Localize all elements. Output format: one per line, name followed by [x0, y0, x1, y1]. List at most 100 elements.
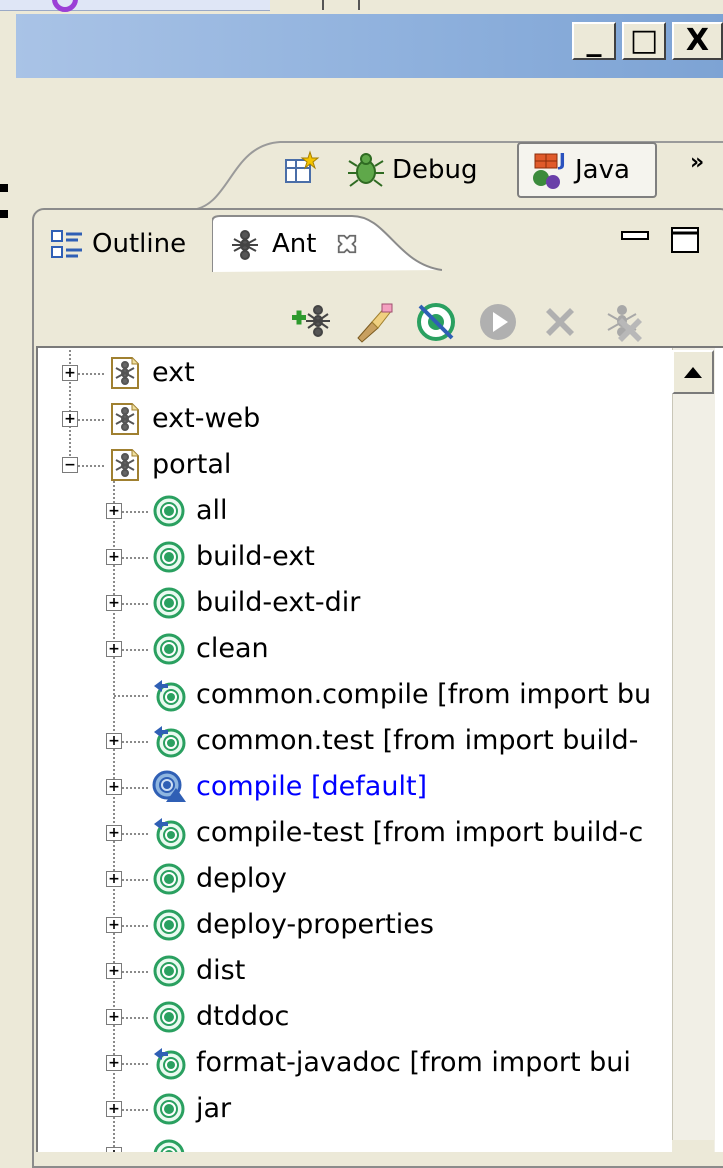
ant-target-icon — [152, 494, 186, 528]
expand-icon[interactable]: + — [106, 779, 122, 795]
maximize-button[interactable]: □ — [622, 22, 666, 60]
tree-item-label: dist — [196, 955, 246, 986]
tree-item[interactable]: + all — [36, 488, 672, 534]
debug-perspective-button[interactable]: Debug — [346, 140, 478, 200]
default-target-icon — [152, 770, 186, 804]
tree-item[interactable]: − portal — [36, 442, 672, 488]
open-perspective-icon — [285, 150, 320, 183]
run-icon[interactable] — [476, 300, 520, 344]
maximize-icon: □ — [629, 23, 659, 58]
remove-icon[interactable] — [538, 300, 582, 344]
tree-item[interactable]: + deploy — [36, 856, 672, 902]
maximize-view-icon[interactable] — [670, 226, 700, 256]
separator — [322, 0, 324, 10]
sash-marker — [0, 210, 8, 218]
ant-buildfile-icon — [108, 402, 142, 436]
tree-item[interactable]: + compile [default] — [36, 764, 672, 810]
bug-icon — [348, 153, 384, 187]
close-tab-icon[interactable] — [336, 233, 358, 255]
tab-ant[interactable]: Ant — [228, 218, 358, 270]
scrollbar-edge — [672, 1140, 714, 1152]
search-buildfile-icon[interactable] — [352, 300, 396, 344]
ant-target-icon — [152, 540, 186, 574]
expand-icon[interactable]: + — [62, 365, 78, 381]
tree-item[interactable]: common.compile [from import bu — [36, 672, 672, 718]
expand-icon[interactable]: + — [106, 733, 122, 749]
minimize-button[interactable]: _ — [572, 22, 616, 60]
imported-target-icon — [152, 678, 186, 712]
vertical-scrollbar[interactable] — [672, 348, 715, 1152]
ant-target-icon — [152, 1138, 186, 1152]
tree-item[interactable]: + common.test [from import build- — [36, 718, 672, 764]
ant-target-icon — [152, 862, 186, 896]
tree-item[interactable]: + deploy-properties — [36, 902, 672, 948]
tree-item[interactable]: + build-ext — [36, 534, 672, 580]
expand-icon[interactable]: + — [106, 503, 122, 519]
ant-buildfile-icon — [108, 448, 142, 482]
ant-target-icon — [152, 586, 186, 620]
tree-item[interactable]: + clean — [36, 626, 672, 672]
perspective-overflow-button[interactable]: » — [690, 150, 704, 175]
tree-item-label: all — [196, 495, 228, 526]
expand-icon[interactable]: + — [106, 595, 122, 611]
close-icon: X — [685, 23, 710, 58]
expand-icon[interactable]: + — [106, 825, 122, 841]
expand-icon[interactable]: + — [106, 549, 122, 565]
tab-outline[interactable]: Outline — [50, 218, 186, 270]
tree-item-label: format-javadoc [from import bui — [196, 1047, 631, 1078]
expand-icon[interactable]: + — [106, 917, 122, 933]
tree-guide-line — [114, 695, 148, 697]
expand-icon[interactable]: + — [106, 1055, 122, 1071]
tree-item-label: deploy — [196, 863, 287, 894]
ant-target-icon — [152, 908, 186, 942]
open-perspective-button[interactable] — [282, 140, 328, 200]
tree-item[interactable]: + build-ext-dir — [36, 580, 672, 626]
expand-icon[interactable]: + — [62, 411, 78, 427]
sash-marker — [0, 184, 8, 192]
ant-target-icon — [152, 954, 186, 988]
expand-icon[interactable]: + — [106, 1101, 122, 1117]
tree-item[interactable]: + compile-test [from import build-c — [36, 810, 672, 856]
tree-item[interactable]: + dtddoc — [36, 994, 672, 1040]
expand-icon[interactable]: + — [106, 871, 122, 887]
top-strip — [0, 0, 723, 14]
imported-target-icon — [152, 1046, 186, 1080]
window-title-bar — [16, 14, 723, 78]
tree-item[interactable]: + dist — [36, 948, 672, 994]
tree-item-label: ext — [152, 357, 195, 388]
ant-icon — [232, 230, 258, 260]
ant-target-icon — [152, 1092, 186, 1126]
hide-internal-targets-icon[interactable] — [414, 300, 458, 344]
expand-icon[interactable]: + — [106, 1147, 122, 1152]
tree-item-label: compile-test [from import build-c — [196, 817, 644, 848]
tree-item-label: build-ext-dir — [196, 587, 361, 618]
tree-item-label: ext-web — [152, 403, 261, 434]
add-buildfiles-icon[interactable] — [290, 300, 334, 344]
tree-item[interactable]: + jar — [36, 1086, 672, 1132]
java-perspective-icon: J — [533, 150, 566, 189]
tree-item[interactable]: + — [36, 1132, 672, 1152]
expand-icon[interactable]: + — [106, 641, 122, 657]
ant-buildfile-icon — [108, 356, 142, 390]
remove-all-icon[interactable] — [600, 300, 644, 344]
expand-icon[interactable]: + — [106, 1009, 122, 1025]
expand-icon[interactable]: + — [106, 963, 122, 979]
debug-label: Debug — [392, 155, 478, 185]
tree-item-label: jar — [196, 1093, 232, 1124]
tree-item-label: common.compile [from import bu — [196, 679, 652, 710]
tree-item[interactable]: + ext — [36, 350, 672, 396]
tree-item-label: deploy-properties — [196, 909, 434, 940]
java-perspective-button[interactable]: J Java — [517, 142, 657, 198]
tree-item-label: clean — [196, 633, 269, 664]
tree-item-label: portal — [152, 449, 232, 480]
close-button[interactable]: X — [672, 22, 723, 60]
tree-item-label: compile [default] — [196, 771, 428, 802]
tree-item[interactable]: + ext-web — [36, 396, 672, 442]
tree-item[interactable]: + format-javadoc [from import bui — [36, 1040, 672, 1086]
editor-tab-strip — [0, 0, 270, 11]
java-label: Java — [575, 155, 630, 185]
scroll-up-button[interactable] — [672, 350, 714, 394]
arrow-up-icon — [684, 366, 702, 378]
collapse-icon[interactable]: − — [62, 457, 78, 473]
minimize-view-icon[interactable] — [620, 226, 650, 246]
